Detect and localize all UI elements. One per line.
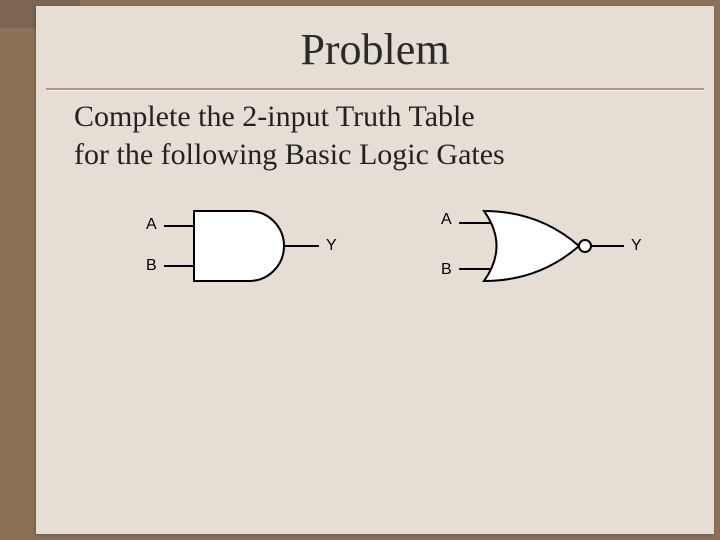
and-input-b-label: B [146,257,157,275]
nor-gate: A B Y [429,201,659,291]
nor-output-label: Y [631,237,642,255]
instruction-line-1: Complete the 2-input Truth Table [74,98,694,136]
title-underline [46,88,704,91]
slide-body: Problem Complete the 2-input Truth Table… [36,6,714,534]
and-gate-icon [134,201,354,291]
nor-gate-icon [429,201,659,291]
instruction-line-2: for the following Basic Logic Gates [74,136,694,174]
nor-input-b-label: B [441,261,452,279]
and-output-label: Y [326,237,337,255]
nor-input-a-label: A [441,211,452,229]
and-gate: A B Y [134,201,354,291]
gates-area: A B Y A B Y [74,201,694,321]
and-input-a-label: A [146,216,157,234]
page-title: Problem [36,24,714,75]
instruction-text: Complete the 2-input Truth Table for the… [74,98,694,173]
slide-frame: Problem Complete the 2-input Truth Table… [0,0,720,540]
